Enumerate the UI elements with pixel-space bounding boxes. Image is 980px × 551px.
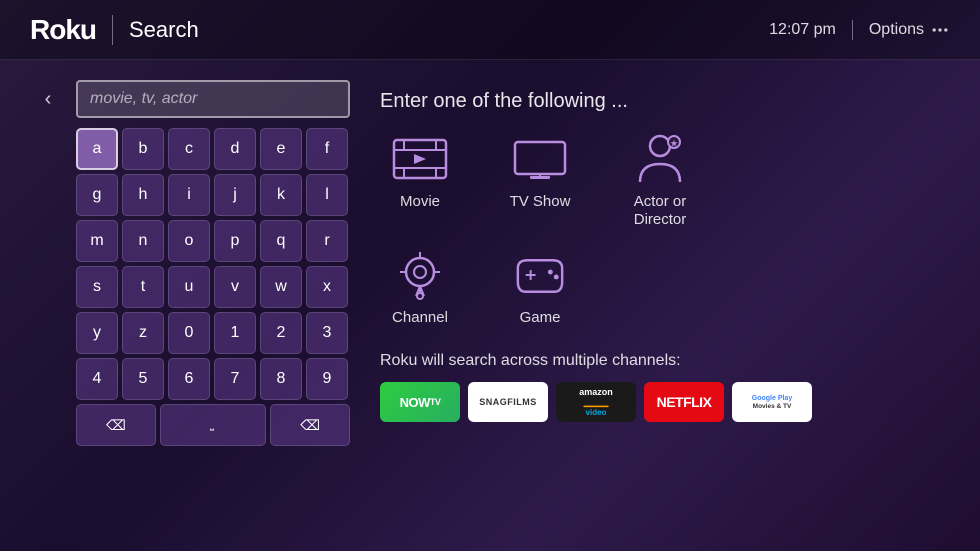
prompt-text: Enter one of the following ... [380, 90, 950, 113]
key-3[interactable]: 3 [306, 312, 348, 354]
key-8[interactable]: 8 [260, 358, 302, 400]
key-e[interactable]: e [260, 128, 302, 170]
game-label: Game [520, 309, 561, 327]
key-row-3: m n o p q r [76, 220, 350, 262]
channels-row: NOWTV SNAGFILMS amazon ▁▁▁▁ video NETFLI… [380, 382, 950, 422]
key-4[interactable]: 4 [76, 358, 118, 400]
right-panel: Enter one of the following ... [380, 80, 950, 531]
page-title: Search [129, 17, 769, 43]
backspace-key[interactable]: ⌫ [270, 404, 350, 446]
channel-netflix: NETFLIX [644, 382, 724, 422]
key-u[interactable]: u [168, 266, 210, 308]
film-svg [390, 134, 450, 184]
key-n[interactable]: n [122, 220, 164, 262]
channel-svg [390, 250, 450, 300]
channel-snagfilms: SNAGFILMS [468, 382, 548, 422]
category-row-2: Channel Game [380, 249, 950, 327]
key-5[interactable]: 5 [122, 358, 164, 400]
actor-label: Actor orDirector [634, 193, 687, 229]
key-q[interactable]: q [260, 220, 302, 262]
delete-key[interactable]: ⌫ [76, 404, 156, 446]
key-w[interactable]: w [260, 266, 302, 308]
channel-googleplay: Google Play Movies & TV [732, 382, 812, 422]
key-row-4: s t u v w x [76, 266, 350, 308]
header: Roku Search 12:07 pm Options [0, 0, 980, 60]
person-icon: ★ [628, 133, 692, 185]
key-z[interactable]: z [122, 312, 164, 354]
clock: 12:07 pm [769, 21, 836, 39]
key-s[interactable]: s [76, 266, 118, 308]
main-content: ‹ movie, tv, actor a b c d e f g h i j k… [0, 60, 980, 551]
tvshow-label: TV Show [510, 193, 571, 211]
channel-amazon: amazon ▁▁▁▁ video [556, 382, 636, 422]
key-b[interactable]: b [122, 128, 164, 170]
category-game[interactable]: Game [500, 249, 580, 327]
key-m[interactable]: m [76, 220, 118, 262]
options-icon [930, 20, 950, 40]
key-0[interactable]: 0 [168, 312, 210, 354]
channel-icon [388, 249, 452, 301]
channels-label: Roku will search across multiple channel… [380, 352, 950, 370]
header-right: 12:07 pm Options [769, 20, 950, 40]
header-divider2 [852, 20, 853, 40]
category-grid: Movie TV Show [380, 133, 950, 327]
game-svg [508, 250, 572, 300]
film-icon [388, 133, 452, 185]
search-input[interactable]: movie, tv, actor [76, 80, 350, 118]
movie-label: Movie [400, 193, 440, 211]
key-d[interactable]: d [214, 128, 256, 170]
channel-nowtv: NOWTV [380, 382, 460, 422]
search-row: ‹ movie, tv, actor [30, 80, 350, 118]
key-p[interactable]: p [214, 220, 256, 262]
svg-text:★: ★ [670, 139, 678, 148]
tv-svg [510, 134, 570, 184]
key-l[interactable]: l [306, 174, 348, 216]
tv-icon [508, 133, 572, 185]
key-7[interactable]: 7 [214, 358, 256, 400]
options-button[interactable]: Options [869, 20, 950, 40]
game-icon [508, 249, 572, 301]
channels-section: Roku will search across multiple channel… [380, 352, 950, 422]
category-movie[interactable]: Movie [380, 133, 460, 211]
key-j[interactable]: j [214, 174, 256, 216]
person-svg: ★ [630, 132, 690, 187]
key-c[interactable]: c [168, 128, 210, 170]
back-button[interactable]: ‹ [30, 81, 66, 117]
key-i[interactable]: i [168, 174, 210, 216]
key-r[interactable]: r [306, 220, 348, 262]
key-o[interactable]: o [168, 220, 210, 262]
key-row-special: ⌫ ⎵ ⌫ [76, 404, 350, 446]
key-6[interactable]: 6 [168, 358, 210, 400]
key-a[interactable]: a [76, 128, 118, 170]
category-tvshow[interactable]: TV Show [500, 133, 580, 211]
key-9[interactable]: 9 [306, 358, 348, 400]
key-f[interactable]: f [306, 128, 348, 170]
key-row-2: g h i j k l [76, 174, 350, 216]
key-h[interactable]: h [122, 174, 164, 216]
roku-logo: Roku [30, 14, 96, 46]
key-k[interactable]: k [260, 174, 302, 216]
key-row-5: y z 0 1 2 3 [76, 312, 350, 354]
key-v[interactable]: v [214, 266, 256, 308]
key-t[interactable]: t [122, 266, 164, 308]
channel-label: Channel [392, 309, 448, 327]
category-row-1: Movie TV Show [380, 133, 950, 229]
keyboard-panel: ‹ movie, tv, actor a b c d e f g h i j k… [30, 80, 350, 531]
space-key[interactable]: ⎵ [160, 404, 266, 446]
key-2[interactable]: 2 [260, 312, 302, 354]
key-1[interactable]: 1 [214, 312, 256, 354]
header-divider [112, 15, 113, 45]
key-g[interactable]: g [76, 174, 118, 216]
keyboard: a b c d e f g h i j k l m n o p [30, 128, 350, 446]
category-actor[interactable]: ★ Actor orDirector [620, 133, 700, 229]
key-x[interactable]: x [306, 266, 348, 308]
key-y[interactable]: y [76, 312, 118, 354]
key-row-1: a b c d e f [76, 128, 350, 170]
category-channel[interactable]: Channel [380, 249, 460, 327]
key-row-6: 4 5 6 7 8 9 [76, 358, 350, 400]
